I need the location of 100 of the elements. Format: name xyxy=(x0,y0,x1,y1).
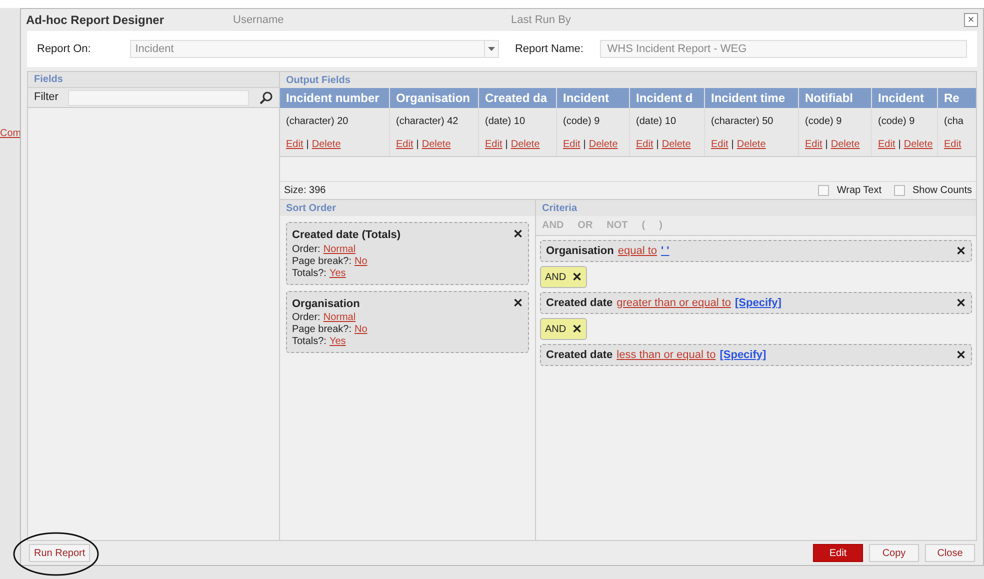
option-label: Order: xyxy=(292,312,320,324)
edit-link[interactable]: Edit xyxy=(485,137,502,152)
column-header[interactable]: Re xyxy=(938,88,976,108)
panel-title: Fields xyxy=(34,73,63,87)
field-type: (character) 20 xyxy=(285,115,350,129)
separator: | xyxy=(898,138,901,152)
close-button[interactable]: × xyxy=(964,13,978,27)
edit-link[interactable]: Edit xyxy=(636,137,654,152)
option-link[interactable]: Normal xyxy=(323,312,356,324)
report-on-dropdown[interactable]: Incident xyxy=(130,40,499,58)
panel-title: Output Fields xyxy=(286,74,350,88)
edit-link[interactable]: Edit xyxy=(805,137,822,152)
close-button[interactable]: ✕ xyxy=(513,294,523,312)
checkbox[interactable] xyxy=(818,185,829,196)
run-report-button[interactable]: Run Report xyxy=(29,544,90,562)
operator-link[interactable]: equal to xyxy=(618,242,657,260)
panel-title: Criteria xyxy=(542,202,578,216)
option-link[interactable]: Yes xyxy=(329,336,346,348)
window-title: Ad-hoc Report Designer xyxy=(26,12,164,29)
option-label: Totals?: xyxy=(292,336,326,348)
column-header[interactable]: Organisation xyxy=(390,88,478,108)
option-link[interactable]: No xyxy=(354,256,368,268)
field-label: Report On: xyxy=(37,42,92,57)
delete-link[interactable]: Delete xyxy=(312,137,341,152)
delete-link[interactable]: Delete xyxy=(904,137,933,152)
value-link[interactable]: [Specify] xyxy=(720,346,766,364)
separator: | xyxy=(731,138,734,152)
sort-field-title: Organisation xyxy=(292,296,360,312)
value-link[interactable]: ' ' xyxy=(661,242,670,260)
field-type: (character) 50 xyxy=(710,115,774,129)
dropdown-caret-icon xyxy=(484,41,498,57)
column-header[interactable]: Incident xyxy=(557,88,629,108)
field-type: (date) 10 xyxy=(635,115,678,129)
column-header[interactable]: Created da xyxy=(479,88,556,108)
panel-title: Sort Order xyxy=(286,202,336,216)
operator-link[interactable]: greater than or equal to xyxy=(616,294,731,312)
column-header[interactable]: Incident number xyxy=(280,88,389,108)
operator-chip[interactable]: AND ✕ xyxy=(540,318,588,340)
close-button[interactable]: ✕ xyxy=(956,242,966,260)
separator: | xyxy=(416,138,419,152)
operator-label: AND xyxy=(545,270,566,284)
value-link[interactable]: [Specify] xyxy=(735,294,782,312)
operator-link[interactable]: less than or equal to xyxy=(616,346,716,364)
operator-label: AND xyxy=(545,322,566,336)
filter-label: Filter xyxy=(34,90,58,106)
criteria-field: Created date xyxy=(546,294,613,312)
separator: | xyxy=(505,138,508,152)
delete-link[interactable]: Delete xyxy=(662,137,691,152)
edit-link[interactable]: Edit xyxy=(878,137,896,152)
delete-link[interactable]: Delete xyxy=(510,137,540,152)
background-text: Username xyxy=(233,13,284,28)
close-button[interactable]: ✕ xyxy=(572,268,582,286)
field-label: Report Name: xyxy=(514,42,584,57)
delete-link[interactable]: Delete xyxy=(422,137,451,152)
search-icon[interactable] xyxy=(259,90,273,104)
option-link[interactable]: Yes xyxy=(329,268,346,280)
column-header[interactable]: Incident xyxy=(872,88,937,108)
close-button[interactable]: ✕ xyxy=(572,320,582,338)
close-button[interactable]: ✕ xyxy=(513,225,523,243)
checkbox-label: Wrap Text xyxy=(836,184,882,198)
checkbox[interactable] xyxy=(894,185,905,196)
column-header[interactable]: Notifiabl xyxy=(799,88,871,108)
sort-field-title: Created date (Totals) xyxy=(292,228,401,243)
option-label: Page break?: xyxy=(292,256,352,268)
field-type: (code) 9 xyxy=(562,115,601,129)
edit-link[interactable]: Edit xyxy=(944,137,962,152)
option-link[interactable]: Normal xyxy=(323,244,356,256)
field-type: (cha xyxy=(943,115,964,129)
field-type: (character) 42 xyxy=(395,115,460,129)
background-text: Last Run By xyxy=(511,13,571,28)
field-type: (date) 10 xyxy=(484,115,526,129)
separator: | xyxy=(306,138,309,152)
edit-link[interactable]: Edit xyxy=(711,137,728,152)
report-name-field[interactable]: WHS Incident Report - WEG xyxy=(600,40,967,58)
column-header[interactable]: Incident d xyxy=(630,88,704,108)
footer-button[interactable]: Close xyxy=(925,544,975,562)
criteria-field: Created date xyxy=(546,346,613,364)
edit-link[interactable]: Edit xyxy=(563,137,580,152)
delete-link[interactable]: Delete xyxy=(736,137,766,152)
option-label: Totals?: xyxy=(292,268,326,280)
edit-link[interactable]: Edit xyxy=(396,137,414,152)
footer-button[interactable]: Edit xyxy=(813,544,863,562)
option-link[interactable]: No xyxy=(354,324,368,336)
close-button[interactable]: ✕ xyxy=(956,294,966,312)
delete-link[interactable]: Delete xyxy=(830,137,860,152)
field-type: (code) 9 xyxy=(877,115,916,129)
field-type: (code) 9 xyxy=(804,115,843,129)
separator: | xyxy=(656,138,659,152)
edit-link[interactable]: Edit xyxy=(286,137,304,152)
checkbox-label: Show Counts xyxy=(912,184,972,198)
footer-button[interactable]: Copy xyxy=(869,544,919,562)
close-button[interactable]: ✕ xyxy=(956,346,966,364)
operator-chip[interactable]: AND ✕ xyxy=(540,266,588,288)
separator: | xyxy=(583,138,586,152)
column-header[interactable]: Incident time xyxy=(705,88,798,108)
criteria-field: Organisation xyxy=(546,242,614,260)
delete-link[interactable]: Delete xyxy=(588,137,618,152)
filter-field[interactable] xyxy=(68,90,249,106)
option-label: Order: xyxy=(292,244,320,256)
size-label: Size: 396 xyxy=(284,184,326,198)
